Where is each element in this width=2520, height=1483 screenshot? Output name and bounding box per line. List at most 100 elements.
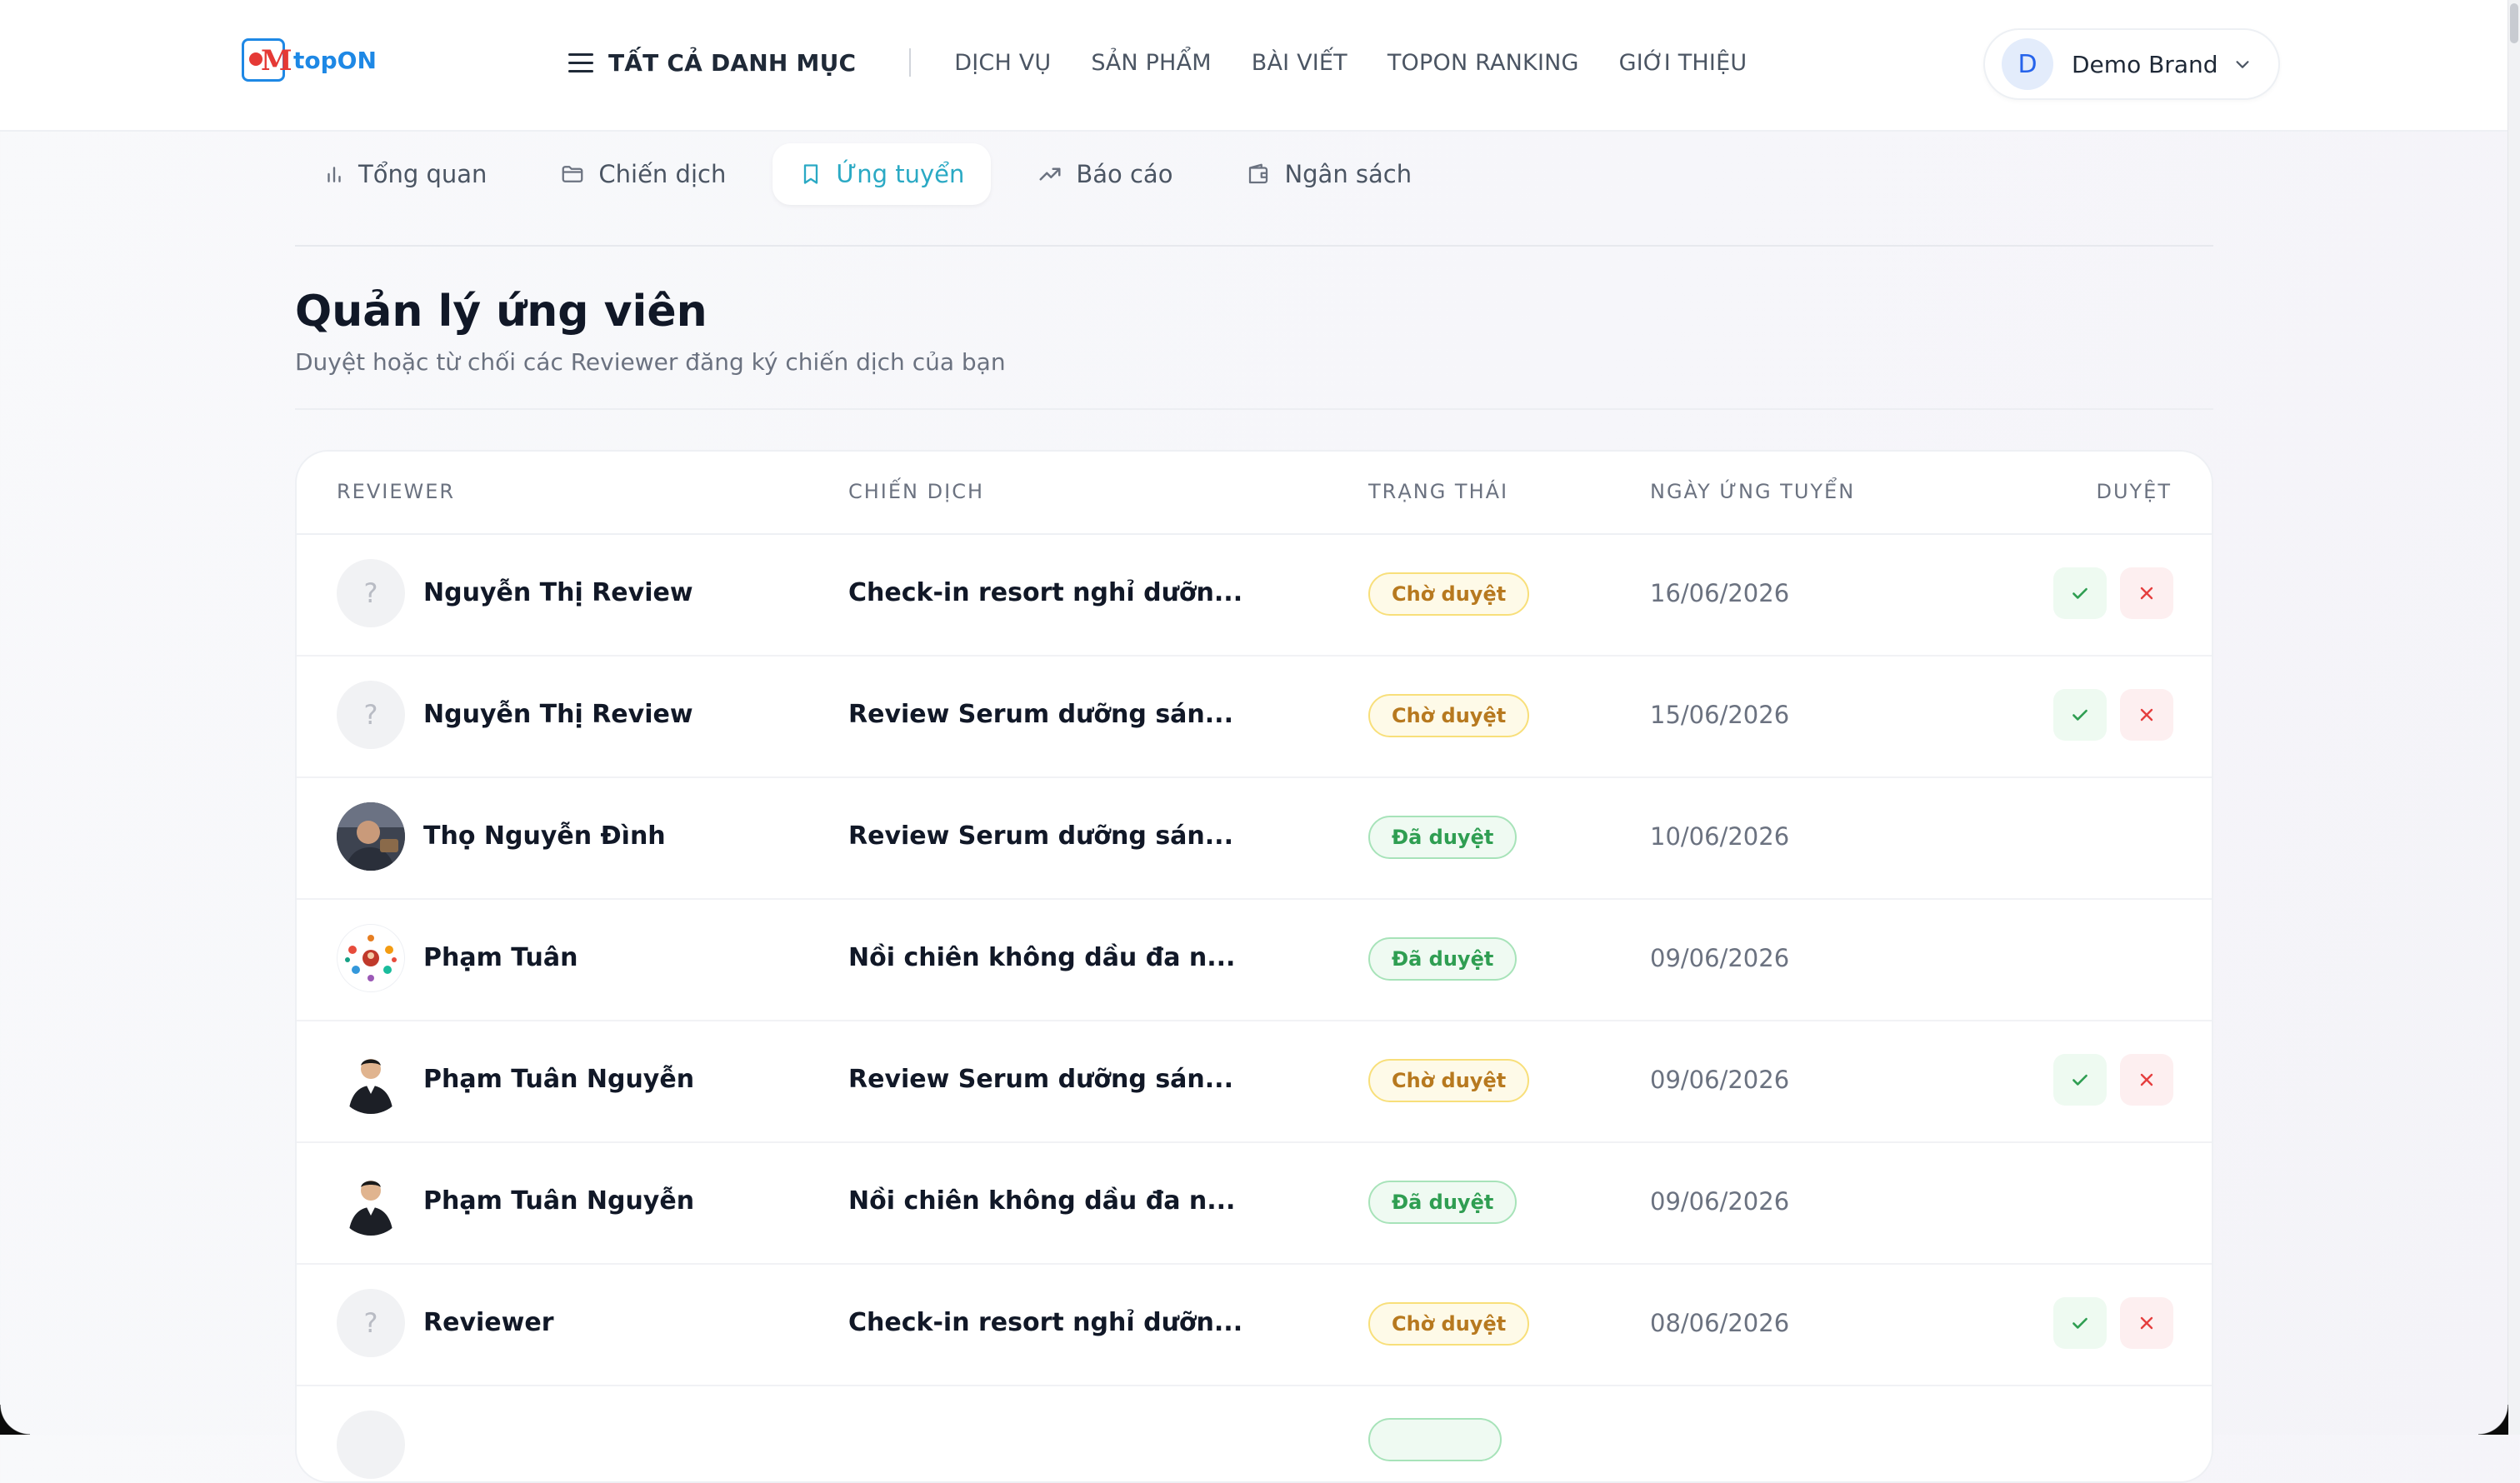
reject-button[interactable] [2120,1054,2173,1106]
nav-link-services[interactable]: DỊCH VỤ [954,50,1051,76]
check-icon [2072,587,2088,599]
nav-link-about[interactable]: GIỚI THIỆU [1619,50,1748,76]
table-row: ? Reviewer Check-in resort nghỉ dưỡn... … [297,1263,2212,1386]
table-header: REVIEWER CHIẾN DỊCH TRẠNG THÁI NGÀY ỨNG … [297,452,2212,535]
approve-button[interactable] [2053,1297,2107,1349]
tab-label: Báo cáo [1076,160,1173,188]
tab-label: Ngân sách [1284,160,1412,188]
status-badge: Đã duyệt [1368,816,1518,859]
section-divider [295,408,2213,410]
status-badge: Đã duyệt [1368,1181,1518,1224]
col-approve: DUYỆT [2096,480,2172,503]
top-navbar: M topON TẤT CẢ DANH MỤC DỊCH VỤ SẢN PHẨM… [0,0,2508,132]
applied-date: 09/06/2026 [1650,944,1790,972]
col-reviewer: REVIEWER [337,480,456,503]
avatar-photo [337,1167,405,1236]
applied-date: 09/06/2026 [1650,1187,1790,1216]
reviewer-name[interactable]: Phạm Tuân Nguyễn [423,1065,694,1094]
reviewer-name[interactable]: Reviewer [423,1308,554,1337]
applied-date: 15/06/2026 [1650,701,1790,729]
dashboard-tabs: Tổng quan Chiến dịch Ứng tuyển Báo cáo N… [297,143,1438,205]
approve-button[interactable] [2053,567,2107,619]
bookmark-icon [804,164,818,184]
check-icon [2072,1317,2088,1329]
all-categories-label: TẤT CẢ DANH MỤC [608,48,857,77]
account-avatar: D [2002,38,2053,90]
reject-button[interactable] [2120,1297,2173,1349]
tab-reports[interactable]: Báo cáo [1011,143,1199,205]
avatar-photo [337,802,405,871]
main-nav: TẤT CẢ DANH MỤC DỊCH VỤ SẢN PHẨM BÀI VIẾ… [568,48,1787,77]
chevron-down-icon [2235,61,2249,68]
nav-link-articles[interactable]: BÀI VIẾT [1252,50,1348,76]
window-corner [0,1405,30,1435]
avatar-placeholder: ? [337,681,405,749]
campaign-name[interactable]: Review Serum dưỡng sán... [848,700,1233,729]
avatar-placeholder: ? [337,559,405,627]
hamburger-icon [568,52,593,72]
logo-mark: M [242,38,292,82]
col-status: TRẠNG THÁI [1368,480,1509,503]
wallet-icon [1249,163,1268,184]
close-icon [2140,587,2153,600]
approve-button[interactable] [2053,1054,2107,1106]
reviewer-name[interactable]: Thọ Nguyễn Đình [423,821,666,851]
tab-campaigns[interactable]: Chiến dịch [533,143,752,205]
applied-date: 10/06/2026 [1650,822,1790,851]
account-name: Demo Brand [2072,50,2218,78]
person-photo-icon [348,1181,393,1236]
table-row-partial [297,1385,2212,1481]
tab-budget[interactable]: Ngân sách [1219,143,1438,205]
reviewer-name[interactable]: Nguyễn Thị Review [423,578,693,607]
campaign-name[interactable]: Check-in resort nghỉ dưỡn... [848,1308,1242,1337]
all-categories-menu[interactable]: TẤT CẢ DANH MỤC [568,49,856,77]
topon-logo[interactable]: M topON [242,38,377,82]
reject-button[interactable] [2120,567,2173,619]
table-row: Thọ Nguyễn Đình Review Serum dưỡng sán..… [297,776,2212,900]
table-row: ? Nguyễn Thị Review Review Serum dưỡng s… [297,655,2212,778]
tab-label: Chiến dịch [598,160,727,188]
campaign-name[interactable]: Review Serum dưỡng sán... [848,821,1233,851]
status-badge: Chờ duyệt [1368,1302,1530,1346]
table-row: Phạm Tuân Nguyễn Nồi chiên không dầu đa … [297,1141,2212,1265]
status-badge: Đã duyệt [1368,937,1518,981]
status-badge: Chờ duyệt [1368,694,1530,737]
account-menu[interactable]: D Demo Brand [1983,28,2280,100]
col-applied-date: NGÀY ỨNG TUYỂN [1650,480,1856,503]
table-row: Phạm Tuân Nồi chiên không dầu đa n... Đã… [297,898,2212,1021]
reviewer-name[interactable]: Phạm Tuân [423,943,578,972]
nav-link-ranking[interactable]: TOPON RANKING [1388,50,1579,76]
avatar-placeholder [337,1411,405,1479]
avatar-photo [337,924,405,992]
window-corner [2478,1405,2508,1435]
applied-date: 08/06/2026 [1650,1309,1790,1337]
reject-button[interactable] [2120,689,2173,741]
person-photo-icon [337,802,405,871]
folder-icon [562,166,583,182]
applicants-table: REVIEWER CHIẾN DỊCH TRẠNG THÁI NGÀY ỨNG … [295,450,2213,1483]
campaign-name[interactable]: Nồi chiên không dầu đa n... [848,1186,1235,1216]
check-icon [2072,709,2088,721]
tab-applications[interactable]: Ứng tuyển [772,143,992,205]
bar-chart-icon [328,167,341,182]
avatar-photo [337,1046,405,1114]
logo-text: topON [293,46,377,74]
status-badge: Chờ duyệt [1368,1059,1530,1102]
tab-overview[interactable]: Tổng quan [297,143,513,205]
campaign-name[interactable]: Review Serum dưỡng sán... [848,1065,1233,1094]
close-icon [2140,1073,2153,1086]
col-campaign: CHIẾN DỊCH [848,480,984,503]
table-row: ? Nguyễn Thị Review Check-in resort nghỉ… [297,533,2212,657]
reviewer-name[interactable]: Nguyễn Thị Review [423,700,693,729]
page-subtitle: Duyệt hoặc từ chối các Reviewer đăng ký … [295,348,1006,376]
scrollbar-thumb[interactable] [2510,3,2518,43]
trending-up-icon [1039,167,1061,181]
reviewer-name[interactable]: Phạm Tuân Nguyễn [423,1186,694,1216]
approve-button[interactable] [2053,689,2107,741]
check-icon [2072,1074,2088,1086]
table-row: Phạm Tuân Nguyễn Review Serum dưỡng sán.… [297,1020,2212,1143]
vertical-scrollbar[interactable] [2508,0,2520,1435]
campaign-name[interactable]: Nồi chiên không dầu đa n... [848,943,1235,972]
campaign-name[interactable]: Check-in resort nghỉ dưỡn... [848,578,1242,607]
nav-link-products[interactable]: SẢN PHẨM [1091,50,1211,76]
